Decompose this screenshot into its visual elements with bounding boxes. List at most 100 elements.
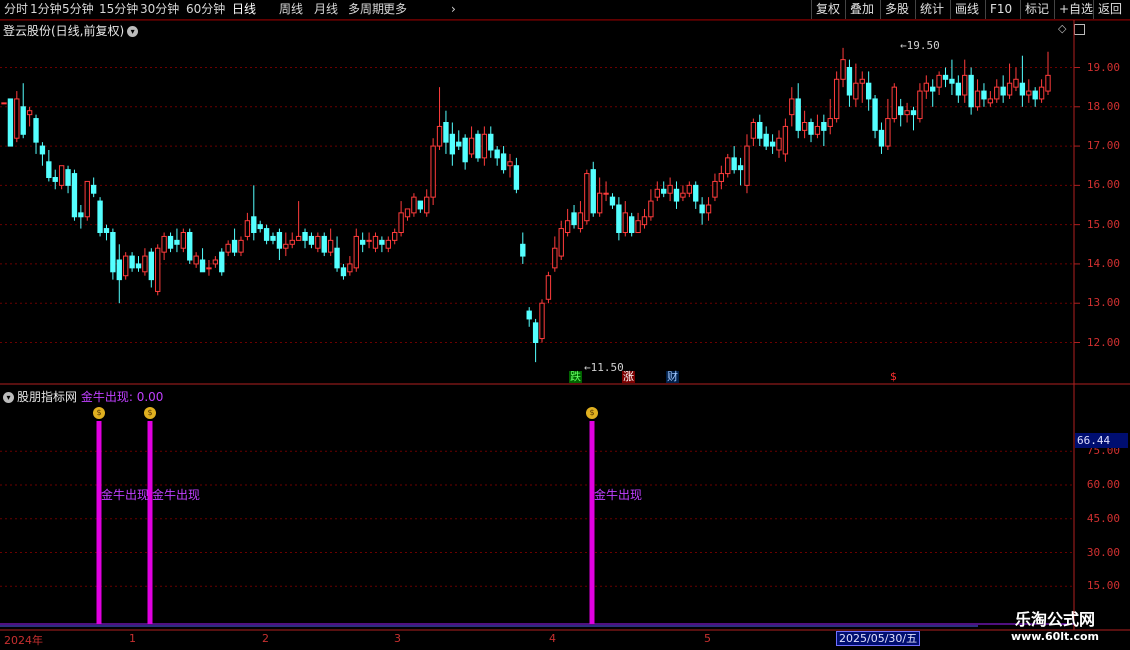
indicator-value: 0.00 xyxy=(136,390,164,404)
candle xyxy=(750,122,757,139)
candle xyxy=(782,125,789,155)
price-tick-label: 14.00 xyxy=(1086,256,1120,270)
price-tick-label: 16.00 xyxy=(1086,178,1120,192)
price-tick-label: 13.00 xyxy=(1086,296,1120,310)
candle xyxy=(84,180,90,218)
candle xyxy=(827,118,833,127)
indicator-name: 金牛出现 xyxy=(80,390,129,404)
candle xyxy=(90,184,97,194)
candle xyxy=(590,169,596,214)
candle xyxy=(577,212,584,230)
candle xyxy=(917,90,923,120)
candle xyxy=(667,184,673,194)
candle xyxy=(1000,86,1006,96)
candle xyxy=(673,188,680,202)
candle xyxy=(1019,82,1026,96)
current-date: 2025/05/30/五 xyxy=(836,631,921,646)
candle xyxy=(532,322,539,344)
time-label-year: 2024年 xyxy=(4,634,43,647)
candle xyxy=(58,165,65,186)
candle xyxy=(725,157,731,175)
price-chart[interactable] xyxy=(0,0,1130,650)
candle xyxy=(424,196,430,214)
candle xyxy=(167,235,174,249)
candle xyxy=(193,255,199,265)
candle xyxy=(65,169,71,186)
time-label-1: 1 xyxy=(129,632,136,645)
candle xyxy=(795,98,801,131)
candle xyxy=(110,232,116,273)
candle xyxy=(366,239,372,242)
time-label-3: 3 xyxy=(394,632,401,645)
candle xyxy=(308,235,315,245)
candle xyxy=(769,141,776,147)
candle xyxy=(327,239,334,253)
value-tick-label: 45.00 xyxy=(1086,511,1120,525)
candle xyxy=(155,247,161,292)
candle xyxy=(219,251,225,273)
event-tag-drop[interactable]: 跌 xyxy=(569,371,582,383)
candle xyxy=(974,90,981,108)
candle xyxy=(737,165,744,171)
candle xyxy=(488,133,494,151)
candle xyxy=(571,212,577,226)
chevron-down-icon[interactable]: ▾ xyxy=(3,392,14,403)
candle xyxy=(340,267,347,277)
candle xyxy=(20,106,26,135)
candle xyxy=(596,192,603,214)
candle xyxy=(629,216,635,234)
candle xyxy=(885,118,891,147)
money-bag-icon: $ xyxy=(586,407,598,419)
signal-label-3: 金牛出现 xyxy=(594,488,643,502)
value-tick-label: 30.00 xyxy=(1086,545,1120,559)
candle xyxy=(359,239,366,245)
candle xyxy=(763,133,769,147)
candle xyxy=(699,204,705,214)
candle xyxy=(891,86,897,120)
candle xyxy=(174,239,180,245)
price-tick-label: 19.00 xyxy=(1086,60,1120,74)
indicator-title[interactable]: ▾ 股朋指标网 金牛出现: 0.00 xyxy=(3,388,163,405)
candle xyxy=(103,228,110,233)
candle xyxy=(295,235,302,241)
signal-label-2: 金牛出现 xyxy=(152,488,201,502)
candle xyxy=(981,90,987,100)
candle xyxy=(1032,90,1038,100)
candle xyxy=(129,255,135,269)
candle xyxy=(353,235,359,269)
candle xyxy=(411,196,417,214)
candle xyxy=(539,302,545,340)
event-tag-finance[interactable]: 财 xyxy=(666,371,679,383)
event-tag-rise[interactable]: 涨 xyxy=(622,371,635,383)
candle xyxy=(878,129,885,147)
candle xyxy=(840,59,846,80)
low-annotation-value: 11.50 xyxy=(590,361,624,374)
indicator-site: 股朋指标网 xyxy=(17,390,78,404)
candle xyxy=(123,255,129,277)
candle xyxy=(801,122,808,131)
candle xyxy=(494,149,500,159)
candle xyxy=(744,145,750,186)
candle xyxy=(648,200,654,218)
candle xyxy=(430,145,436,198)
candle xyxy=(641,216,648,226)
value-tick-label: 15.00 xyxy=(1086,579,1120,593)
candle xyxy=(372,235,379,249)
candle xyxy=(142,255,148,273)
event-tag-dividend[interactable]: $ xyxy=(889,371,898,383)
candle xyxy=(949,78,955,84)
candle xyxy=(257,224,263,230)
candle xyxy=(552,247,558,269)
candle xyxy=(206,267,212,270)
candle xyxy=(584,173,590,222)
candle xyxy=(814,125,821,135)
candle xyxy=(347,263,353,273)
candle xyxy=(955,82,962,96)
candle xyxy=(78,212,84,218)
candle xyxy=(436,125,443,147)
candle xyxy=(14,98,20,139)
candle xyxy=(135,263,142,269)
candle xyxy=(930,86,936,92)
candle xyxy=(212,259,219,265)
candle xyxy=(987,98,994,104)
